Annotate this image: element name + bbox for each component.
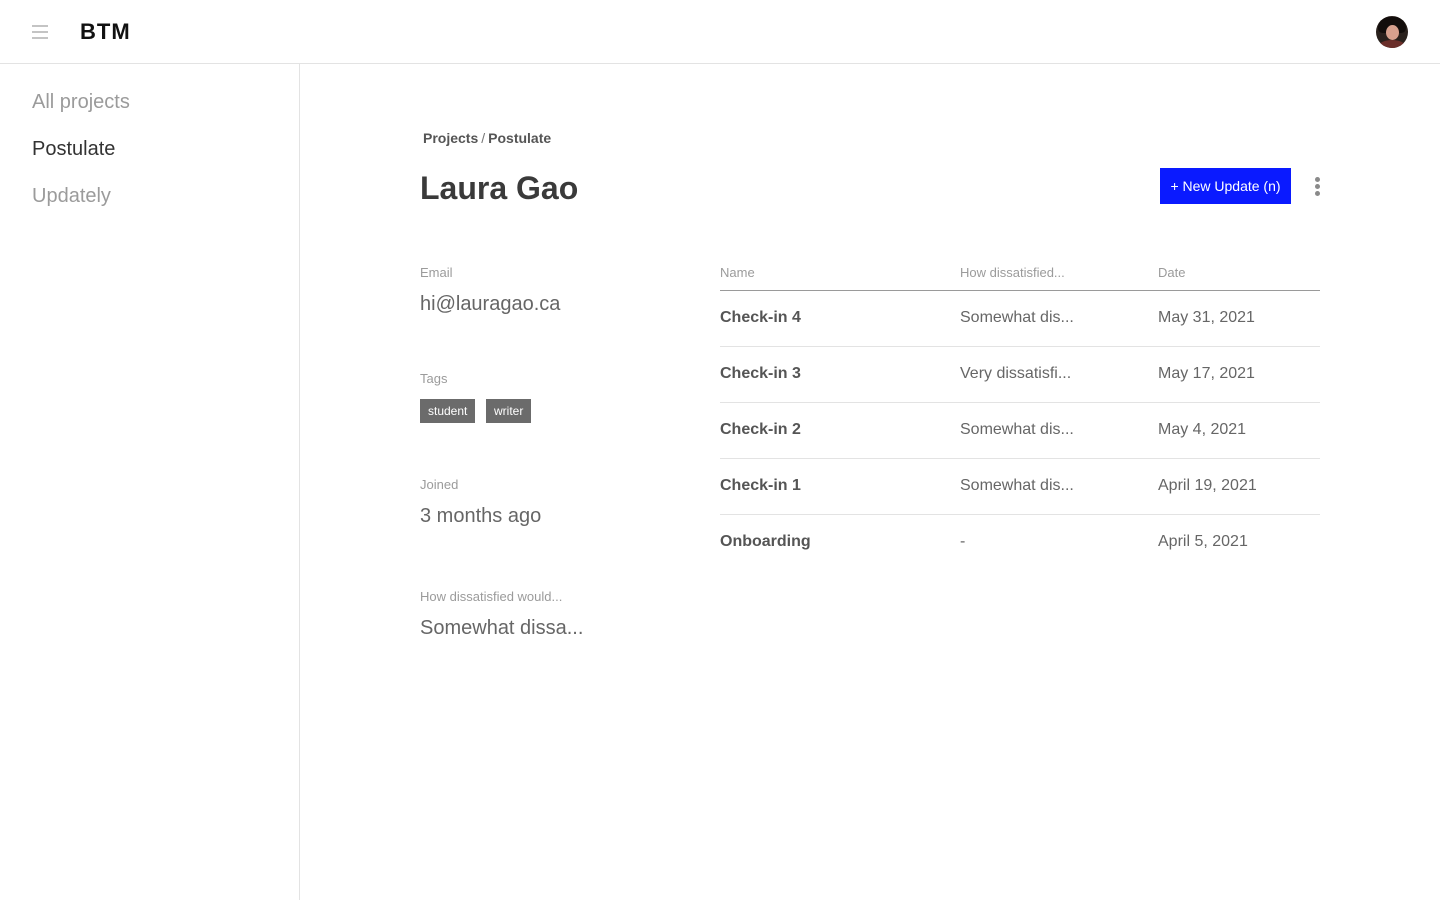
breadcrumb-separator: /	[481, 130, 486, 146]
column-header-dissatisfied[interactable]: How dissatisfied...	[960, 265, 1065, 280]
menu-icon[interactable]	[32, 25, 48, 39]
joined-value: 3 months ago	[420, 505, 542, 527]
row-dissatisfied: Somewhat dis...	[960, 477, 1074, 494]
row-dissatisfied: Somewhat dis...	[960, 309, 1074, 326]
row-dissatisfied: Somewhat dis...	[960, 421, 1074, 438]
sidebar-item-updately[interactable]: Updately	[32, 185, 111, 208]
sidebar-item-postulate[interactable]: Postulate	[32, 138, 115, 161]
column-header-date[interactable]: Date	[1158, 265, 1185, 280]
email-label: Email	[420, 265, 453, 280]
table-header: Name How dissatisfied... Date	[720, 256, 1320, 291]
dissatisfied-value: Somewhat dissa...	[420, 617, 584, 639]
breadcrumb-postulate-link[interactable]: Postulate	[488, 130, 551, 146]
breadcrumb-projects-link[interactable]: Projects	[423, 130, 478, 146]
sidebar: All projects Postulate Updately	[0, 64, 300, 900]
row-dissatisfied: -	[960, 533, 966, 550]
sidebar-item-all-projects[interactable]: All projects	[32, 91, 130, 114]
tag-writer[interactable]: writer	[486, 399, 532, 423]
column-header-name[interactable]: Name	[720, 265, 755, 280]
joined-label: Joined	[420, 477, 459, 492]
row-date: April 5, 2021	[1158, 533, 1248, 550]
row-name: Onboarding	[720, 533, 811, 550]
row-date: May 17, 2021	[1158, 365, 1255, 382]
row-date: May 31, 2021	[1158, 309, 1255, 326]
row-name: Check-in 4	[720, 309, 801, 326]
page-title: Laura Gao	[420, 170, 579, 206]
table-row[interactable]: Check-in 4 Somewhat dis... May 31, 2021	[720, 291, 1320, 347]
tags-label: Tags	[420, 371, 448, 386]
more-vertical-icon[interactable]	[1308, 174, 1328, 198]
email-value: hi@lauragao.ca	[420, 293, 561, 315]
row-dissatisfied: Very dissatisfi...	[960, 365, 1072, 382]
new-update-button[interactable]: + New Update (n)	[1160, 168, 1291, 204]
user-avatar[interactable]	[1376, 16, 1408, 48]
table-row[interactable]: Check-in 1 Somewhat dis... April 19, 202…	[720, 459, 1320, 515]
row-date: May 4, 2021	[1158, 421, 1247, 438]
table-row[interactable]: Check-in 2 Somewhat dis... May 4, 2021	[720, 403, 1320, 459]
tag-student[interactable]: student	[420, 399, 476, 423]
row-date: April 19, 2021	[1158, 477, 1257, 494]
row-name: Check-in 1	[720, 477, 801, 494]
row-name: Check-in 3	[720, 365, 801, 382]
dissatisfied-label: How dissatisfied would...	[420, 589, 563, 604]
updates-table: Name How dissatisfied... Date Check-in 4…	[720, 256, 1320, 571]
table-row[interactable]: Onboarding - April 5, 2021	[720, 515, 1320, 571]
table-row[interactable]: Check-in 3 Very dissatisfi... May 17, 20…	[720, 347, 1320, 403]
brand-logo[interactable]: BTM	[80, 19, 131, 45]
row-name: Check-in 2	[720, 421, 801, 438]
breadcrumb: Projects / Postulate	[423, 130, 551, 146]
top-bar: BTM	[0, 0, 1440, 64]
